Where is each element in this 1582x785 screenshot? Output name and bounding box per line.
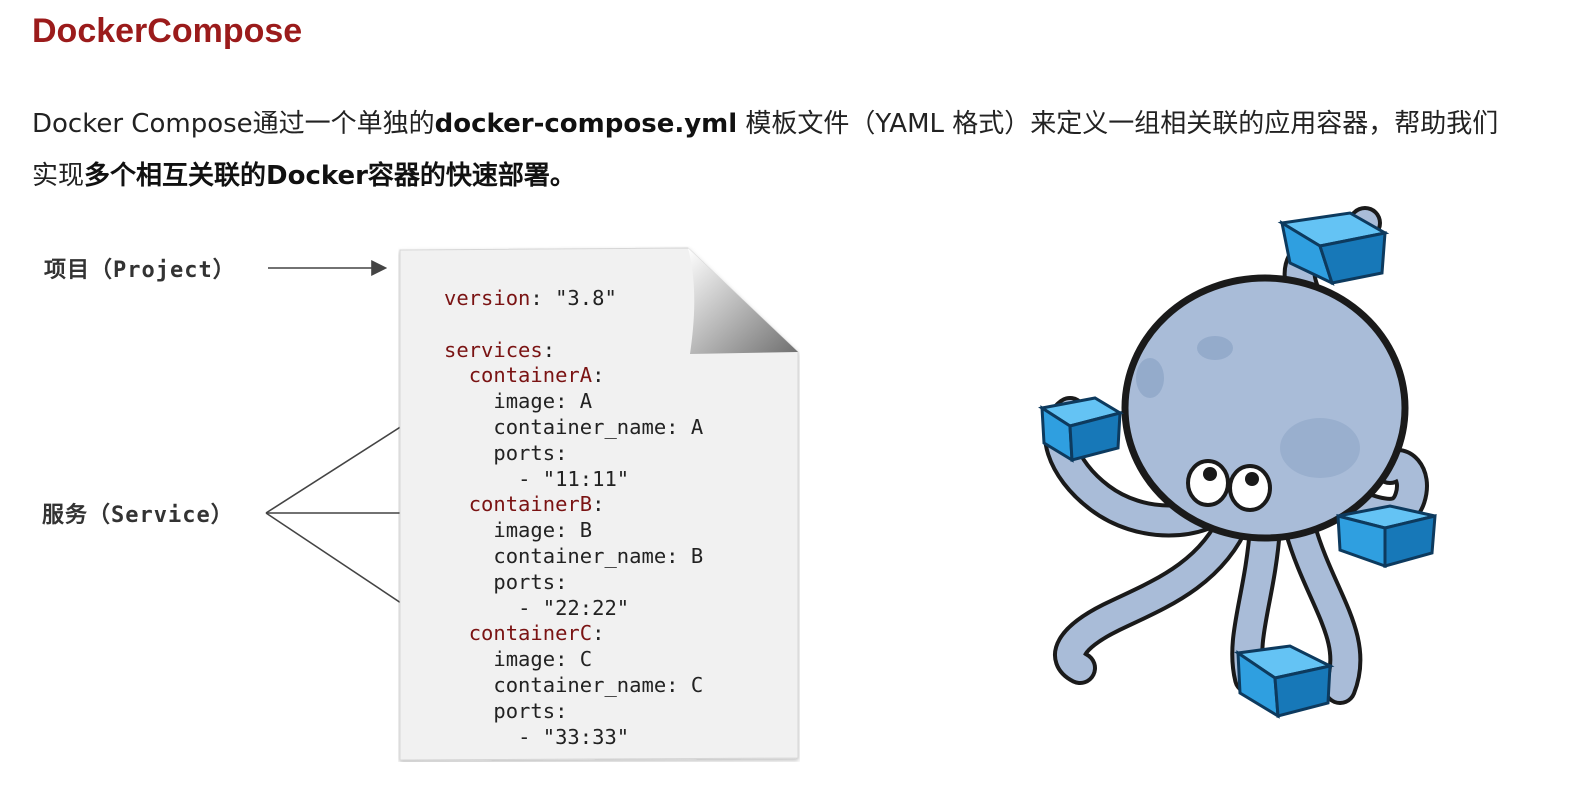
- compose-file-document: version: "3.8" services: containerA: ima…: [398, 246, 800, 762]
- container-a-name: containerA: [468, 363, 593, 388]
- container-c-name: containerC: [468, 621, 593, 646]
- image-key: image: [493, 647, 556, 672]
- ports-key: ports: [493, 569, 556, 594]
- image-value: C: [579, 647, 593, 672]
- image-value: A: [579, 389, 593, 414]
- container-b-name: containerB: [468, 492, 593, 517]
- ports-key: ports: [493, 698, 556, 723]
- container-name-value: B: [690, 543, 704, 568]
- image-key: image: [493, 389, 556, 414]
- version-key: version: [444, 286, 531, 310]
- image-value: B: [579, 518, 593, 543]
- port-mapping: - "11:11": [518, 466, 630, 491]
- version-value: "3.8": [555, 286, 617, 310]
- container-name-value: A: [690, 414, 704, 439]
- compose-code: version: "3.8" services: containerA: ima…: [444, 286, 704, 749]
- port-mapping: - "22:22": [518, 595, 630, 620]
- container-name-value: C: [690, 672, 704, 697]
- image-key: image: [493, 518, 556, 543]
- services-key: services: [444, 337, 543, 362]
- container-name-key: container_name: [493, 543, 667, 568]
- ports-key: ports: [493, 440, 556, 465]
- container-name-key: container_name: [493, 672, 667, 697]
- port-mapping: - "33:33": [518, 724, 630, 749]
- docker-compose-octopus-icon: [1038, 206, 1437, 719]
- container-name-key: container_name: [493, 414, 667, 439]
